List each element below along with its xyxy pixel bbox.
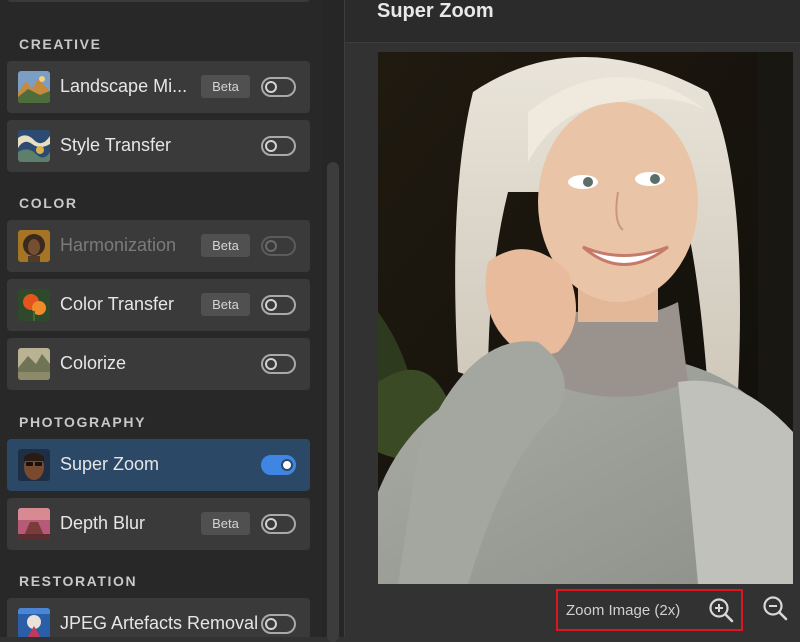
filter-label: Super Zoom [60, 454, 160, 474]
zoom-in-icon[interactable] [707, 596, 735, 624]
filter-label: Color Transfer [60, 294, 175, 314]
preview-panel: Super Zoom Zoom Image (2x) [344, 0, 800, 637]
section-header-creative: CREATIVE [19, 36, 102, 52]
filter-label: Depth Blur [60, 513, 146, 533]
filter-card-style-transfer[interactable]: Style Transfer [7, 120, 310, 172]
filter-card-partial[interactable] [7, 0, 310, 2]
filter-label: JPEG Artefacts Removal [60, 613, 259, 633]
filters-panel: CREATIVE Landscape Mi... Beta Style Tran… [0, 0, 322, 637]
filter-card-harmonization[interactable]: Harmonization Beta [7, 220, 310, 272]
super-zoom-thumb [18, 449, 50, 481]
section-header-restoration: RESTORATION [19, 573, 138, 589]
filter-card-landscape-mixer[interactable]: Landscape Mi... Beta [7, 61, 310, 113]
scrollbar-thumb[interactable] [327, 162, 339, 642]
filter-card-jpeg-artefacts-removal[interactable]: JPEG Artefacts Removal [7, 598, 310, 637]
filter-toggle[interactable] [261, 614, 296, 634]
zoom-out-icon[interactable] [761, 594, 789, 622]
filter-label: Harmonization [60, 235, 177, 255]
preview-header: Super Zoom [345, 0, 800, 43]
section-header-photography: PHOTOGRAPHY [19, 414, 147, 430]
beta-badge: Beta [201, 234, 250, 257]
portrait-photo [378, 52, 793, 584]
filter-label: Landscape Mi... [60, 76, 188, 96]
section-header-color: COLOR [19, 195, 78, 211]
filter-toggle[interactable] [261, 77, 296, 97]
filter-toggle[interactable] [261, 295, 296, 315]
filter-label: Colorize [60, 353, 127, 373]
filter-card-depth-blur[interactable]: Depth Blur Beta [7, 498, 310, 550]
beta-badge: Beta [201, 75, 250, 98]
filter-card-colorize[interactable]: Colorize [7, 338, 310, 390]
harmonization-thumb [18, 230, 50, 262]
color-transfer-thumb [18, 289, 50, 321]
style-transfer-thumb [18, 130, 50, 162]
colorize-thumb [18, 348, 50, 380]
filter-toggle[interactable] [261, 136, 296, 156]
beta-badge: Beta [201, 293, 250, 316]
scrollbar[interactable] [322, 0, 344, 642]
landscape-thumb [18, 71, 50, 103]
filter-card-super-zoom[interactable]: Super Zoom [7, 439, 310, 491]
filter-toggle[interactable] [261, 236, 296, 256]
beta-badge: Beta [201, 512, 250, 535]
filter-label: Style Transfer [60, 135, 172, 155]
zoom-image-button[interactable]: Zoom Image (2x) [556, 589, 743, 631]
filter-toggle[interactable] [261, 514, 296, 534]
depth-blur-thumb [18, 508, 50, 540]
zoom-image-label: Zoom Image (2x) [566, 602, 681, 619]
filter-toggle[interactable] [261, 455, 296, 475]
preview-title: Super Zoom [377, 0, 494, 22]
filter-card-color-transfer[interactable]: Color Transfer Beta [7, 279, 310, 331]
jpeg-artefacts-thumb [18, 608, 50, 637]
filter-toggle[interactable] [261, 354, 296, 374]
